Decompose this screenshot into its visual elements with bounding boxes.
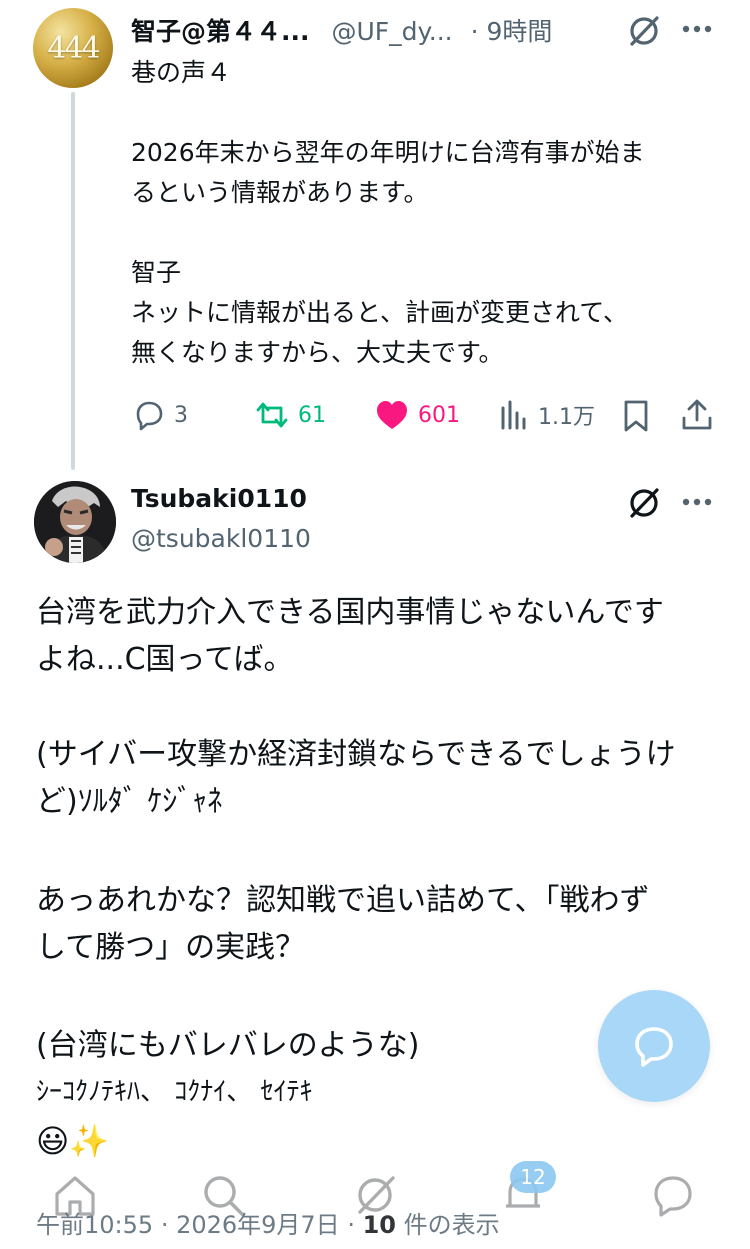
views-count: 10 bbox=[362, 1211, 396, 1239]
like-button[interactable]: 601 bbox=[374, 398, 460, 432]
heart-icon bbox=[374, 398, 410, 432]
tweet-meta: 午前10:55 · 2026年9月7日 · 10 件の表示 bbox=[36, 1205, 500, 1240]
repost-button[interactable]: 61 bbox=[254, 398, 326, 432]
repost-count: 61 bbox=[298, 402, 326, 428]
chat-bubble-icon bbox=[631, 1024, 677, 1068]
reply-count: 3 bbox=[174, 402, 188, 428]
view-count: 1.1万 bbox=[538, 405, 595, 430]
avatar-text: 444 bbox=[47, 30, 100, 66]
tweet-halfwidth-line: ｼｰｺｸﾉﾃｷﾊ、 ｺｸﾅｲ、 ｾｲﾃｷ bbox=[36, 1077, 313, 1107]
user-handle[interactable]: @tsubakl0110 bbox=[131, 524, 311, 553]
tweet-body: 巷の声４ 2026年末から翌年の年明けに台湾有事が始ま るという情報があります。… bbox=[131, 58, 645, 367]
like-count: 601 bbox=[418, 402, 460, 428]
messages-icon[interactable] bbox=[650, 1172, 696, 1218]
reply-icon bbox=[132, 398, 166, 432]
tweet-time[interactable]: 午前10:55 bbox=[36, 1211, 153, 1239]
repost-icon bbox=[254, 398, 290, 432]
tweet-header: 智子@第４４... @UF_dy... · 9時間 bbox=[131, 12, 552, 48]
bookmark-icon[interactable] bbox=[621, 399, 651, 433]
tweet-date[interactable]: · 2026年9月7日 · bbox=[161, 1211, 355, 1239]
emoji-line: 😃✨ bbox=[36, 1122, 110, 1160]
views-label: 件の表示 bbox=[403, 1211, 500, 1239]
reply-button[interactable]: 3 bbox=[132, 398, 188, 432]
grok-icon[interactable] bbox=[626, 485, 662, 521]
avatar[interactable] bbox=[34, 481, 116, 563]
notification-badge: 12 bbox=[510, 1161, 556, 1193]
share-icon[interactable] bbox=[680, 398, 714, 432]
display-name[interactable]: Tsubaki0110 bbox=[131, 484, 307, 513]
display-name[interactable]: 智子@第４４... bbox=[131, 12, 310, 48]
more-icon[interactable] bbox=[682, 498, 712, 506]
tweet-paragraph: 台湾を武力介入できる国内事情じゃないんです よね...C国ってば。 bbox=[36, 595, 664, 677]
avatar[interactable]: 444 bbox=[33, 8, 113, 88]
timestamp[interactable]: · 9時間 bbox=[471, 12, 553, 48]
more-icon[interactable] bbox=[682, 25, 712, 33]
compose-reply-button[interactable] bbox=[598, 990, 710, 1102]
thread-line bbox=[71, 92, 75, 470]
views-icon bbox=[498, 398, 530, 432]
grok-icon[interactable] bbox=[626, 13, 662, 49]
tweet-paragraph: (サイバー攻撃か経済封鎖ならできるでしょうけ ど)ｿﾙﾀﾞ ｹｼﾞｬﾈ bbox=[36, 737, 676, 819]
views-button[interactable]: 1.1万 bbox=[498, 398, 595, 432]
tweet-paragraph: あっあれかな？認知戦で追い詰めて、「戦わず して勝つ」の実践？ bbox=[36, 883, 650, 965]
user-handle[interactable]: @UF_dy... bbox=[332, 17, 453, 46]
